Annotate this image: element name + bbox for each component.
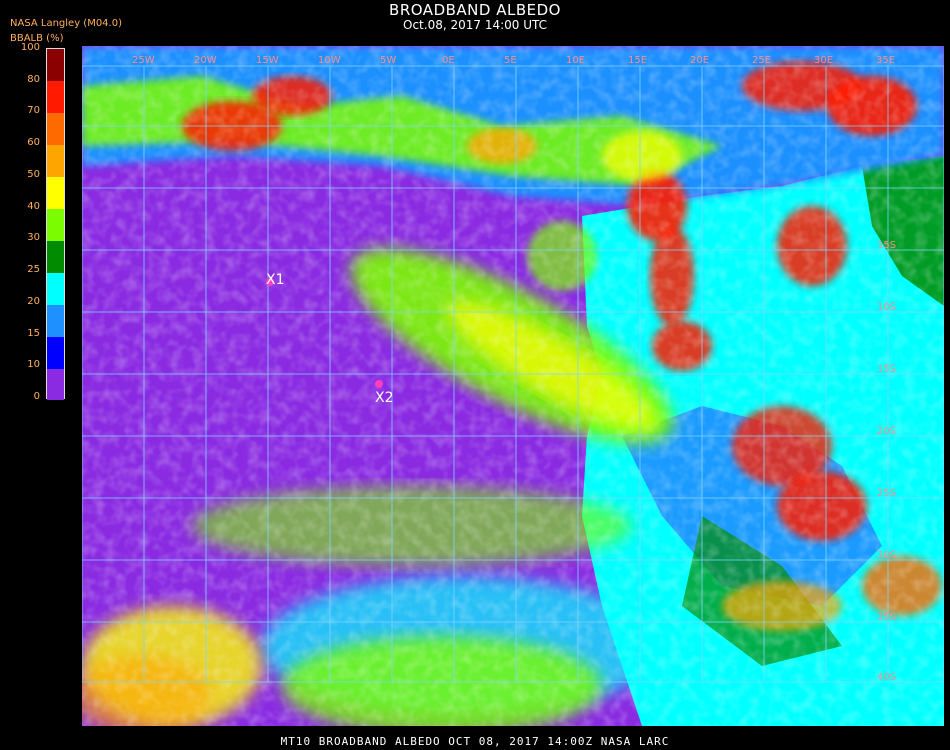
colorbar-tick-label: 50 — [27, 168, 40, 180]
longitude-label: 10E — [566, 55, 585, 66]
longitude-label: 0E — [442, 55, 455, 66]
marker-x2-dot — [375, 380, 383, 388]
colorbar-tick-label: 15 — [27, 327, 40, 339]
colorbar-tick-label: 20 — [27, 295, 40, 307]
longitude-label: 15W — [256, 55, 279, 66]
colorbar-segment — [47, 336, 64, 369]
colorbar-segment — [47, 304, 64, 337]
colorbar-segment — [47, 208, 64, 241]
colorbar-segment — [47, 112, 64, 146]
longitude-label: 15E — [628, 55, 647, 66]
longitude-label: 10W — [318, 55, 341, 66]
longitude-label: 5E — [504, 55, 517, 66]
colorbar-tick-label: 40 — [27, 200, 40, 212]
longitude-label: 25W — [132, 55, 155, 66]
colorbar-segment — [47, 240, 64, 273]
colorbar-tick-label: 60 — [27, 137, 40, 149]
colorbar-tick-label: 80 — [27, 73, 40, 85]
latitude-label: 20S — [877, 426, 896, 437]
colorbar-tick-label: 0 — [33, 391, 40, 402]
marker-x2-label: X2 — [375, 390, 394, 406]
latitude-label: 10S — [877, 302, 896, 313]
colorbar-tick-label: 10 — [27, 359, 40, 371]
longitude-label: 35E — [876, 55, 895, 66]
longitude-label: 5W — [380, 55, 396, 66]
colorbar — [46, 48, 65, 401]
organization-label: NASA Langley (M04.0) — [10, 18, 122, 29]
latitude-label: 35S — [877, 612, 896, 623]
latitude-label: 40S — [877, 672, 896, 683]
longitude-label: 20W — [194, 55, 217, 66]
colorbar-segment — [47, 49, 64, 82]
texture-overlay — [82, 46, 944, 726]
latitude-label: 15S — [877, 364, 896, 375]
colorbar-segment — [47, 176, 64, 210]
marker-x1: X1 — [266, 272, 285, 288]
latitude-label: 15S — [877, 240, 896, 251]
albedo-map: 25W 20W 15W 10W 5W 0E 5E 10E 15E 20E 25E 30E 35E 15S 1… — [82, 46, 944, 726]
longitude-label: 25E — [752, 55, 771, 66]
latitude-label: 30S — [877, 550, 896, 561]
colorbar-segment — [47, 144, 64, 178]
colorbar-tick-label: 100 — [20, 42, 40, 53]
colorbar-segment — [47, 368, 64, 401]
page-title: BROADBAND ALBEDO — [389, 1, 561, 19]
colorbar-tick-label: 25 — [27, 264, 40, 276]
longitude-label: 20E — [690, 55, 709, 66]
marker-x1-label: X1 — [266, 272, 285, 288]
colorbar-segment — [47, 272, 64, 305]
colorbar-tick-label: 70 — [27, 105, 40, 117]
longitude-label: 30E — [814, 55, 833, 66]
colorbar-tick-label: 30 — [27, 232, 40, 244]
page-subtitle: Oct.08, 2017 14:00 UTC — [403, 18, 547, 32]
colorbar-segment — [47, 80, 64, 114]
footer-caption: MT10 BROADBAND ALBEDO OCT 08, 2017 14:00… — [280, 735, 670, 748]
latitude-label: 25S — [877, 488, 896, 499]
